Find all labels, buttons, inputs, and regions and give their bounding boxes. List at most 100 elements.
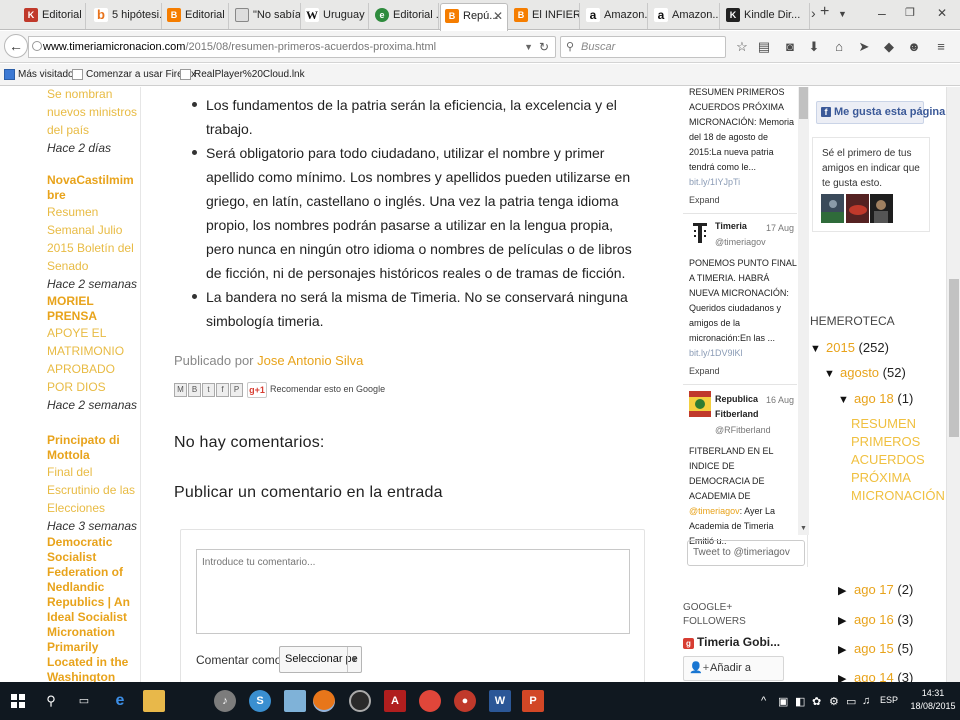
friend-avatar[interactable] — [821, 194, 844, 223]
send-icon[interactable]: ➤ — [856, 39, 872, 55]
gplus-page-name[interactable]: g Timeria Gobi... — [683, 635, 780, 649]
facebook-share-icon[interactable]: f — [216, 383, 229, 397]
browser-tab[interactable]: a Amazon.... — [650, 3, 720, 29]
add-to-circles-button[interactable]: 👤+Añadir a círculos — [683, 656, 784, 681]
tweet-expand[interactable]: Expand — [689, 195, 720, 205]
shield-icon[interactable]: ◆ — [881, 39, 897, 55]
app-icon[interactable] — [349, 690, 371, 712]
notepad-icon[interactable] — [284, 690, 306, 712]
window-close-icon[interactable]: ✕ — [937, 6, 947, 20]
tweet-author[interactable]: Republica Fitberland — [715, 392, 765, 422]
triangle-right-icon[interactable]: ▶ — [838, 614, 854, 627]
smiley-icon[interactable]: ☻ — [906, 39, 922, 55]
volume-icon[interactable]: ♫ — [862, 695, 870, 707]
author-link[interactable]: Jose Antonio Silva — [257, 353, 363, 368]
bookmark-star-icon[interactable]: ☆ — [734, 39, 750, 55]
powerpoint-icon[interactable]: P — [522, 690, 544, 712]
scrollbar-thumb[interactable] — [949, 279, 959, 437]
blog-name[interactable]: NovaCastilmimbre — [47, 173, 141, 203]
tweet-link[interactable]: bit.ly/1DV9lKl — [689, 346, 797, 361]
tray-app-icon[interactable]: ◧ — [795, 695, 805, 708]
tweet-date[interactable]: 17 Aug — [766, 223, 794, 233]
tweet-compose-input[interactable]: Tweet to @timeriagov — [687, 540, 805, 566]
triangle-down-icon[interactable]: ▼ — [810, 343, 826, 355]
archive-day-ago-16[interactable]: ▶ ago 16 (3) — [838, 612, 913, 627]
language-indicator[interactable]: ESP — [880, 695, 898, 705]
archive-link[interactable]: ago 17 — [854, 582, 894, 597]
post-link[interactable]: Se nombran nuevos ministros del país — [47, 87, 141, 139]
bookmark-most-visited[interactable]: Más visitados — [4, 69, 79, 80]
comment-textarea[interactable] — [196, 549, 630, 634]
friend-avatar[interactable] — [846, 194, 869, 223]
triangle-right-icon[interactable]: ▶ — [838, 643, 854, 656]
gplus-one-button[interactable]: g+1 — [247, 382, 267, 398]
triangle-down-icon[interactable]: ▼ — [838, 394, 854, 406]
tweet-date[interactable]: 16 Aug — [766, 395, 794, 405]
page-scrollbar[interactable] — [946, 87, 960, 682]
triangle-right-icon[interactable]: ▶ — [838, 584, 854, 597]
archive-year-2015[interactable]: ▼ 2015 (252) — [810, 340, 889, 355]
word-icon[interactable]: W — [489, 690, 511, 712]
bookmark-getting-started[interactable]: Comenzar a usar Firefox — [72, 69, 196, 80]
tab-scroll-right-icon[interactable]: › — [811, 5, 816, 21]
search-icon[interactable]: ⚲ — [40, 690, 62, 712]
task-view-icon[interactable]: ▭ — [73, 690, 95, 712]
tray-app-icon[interactable]: ⚙ — [829, 695, 839, 708]
browser-tab[interactable]: W Uruguay ... — [301, 3, 369, 29]
media-player-icon[interactable]: ♪ — [214, 690, 236, 712]
reading-list-icon[interactable]: ▤ — [756, 39, 772, 55]
archive-link[interactable]: 2015 — [826, 340, 855, 355]
post-link[interactable]: Resumen Semanal Julio 2015 Boletín del S… — [47, 203, 141, 275]
chrome-icon[interactable] — [419, 690, 441, 712]
tray-app-icon[interactable]: ▣ — [778, 695, 788, 708]
browser-tab[interactable]: "No sabía... — [231, 3, 301, 29]
archive-post-link[interactable]: RESUMEN PRIMEROS ACUERDOS PRÓXIMA MICRON… — [851, 415, 945, 505]
archive-link[interactable]: ago 18 — [854, 391, 894, 406]
comment-as-select[interactable]: Seleccionar pe ▼ — [279, 646, 362, 673]
archive-day-ago-17[interactable]: ▶ ago 17 (2) — [838, 582, 913, 597]
list-tabs-icon[interactable]: ▼ — [838, 9, 847, 19]
edge-icon[interactable]: e — [109, 690, 131, 712]
triangle-right-icon[interactable]: ▶ — [838, 672, 854, 682]
url-bar[interactable]: www.timeriamicronacion.com/2015/08/resum… — [28, 36, 556, 58]
download-icon[interactable]: ⬇ — [806, 39, 822, 55]
archive-link[interactable]: ago 14 — [854, 670, 894, 682]
archive-day-ago-14[interactable]: ▶ ago 14 (3) — [838, 670, 913, 682]
twitter-share-icon[interactable]: t — [202, 383, 215, 397]
tray-expand-icon[interactable]: ^ — [761, 695, 766, 707]
facebook-like-button[interactable]: f Me gusta esta página — [816, 101, 945, 124]
archive-link[interactable]: ago 16 — [854, 612, 894, 627]
battery-icon[interactable]: ▭ — [846, 695, 856, 708]
tweet-handle[interactable]: @timeriagov — [715, 237, 766, 247]
browser-tab[interactable]: e Editorial ... — [371, 3, 439, 29]
acrobat-icon[interactable]: A — [384, 690, 406, 712]
blog-name[interactable]: MORIEL PRENSA — [47, 294, 107, 324]
tweet-author[interactable]: Timeria — [715, 221, 747, 231]
tweet-link[interactable]: bit.ly/1IYJpTi — [689, 175, 797, 190]
pinterest-share-icon[interactable]: P — [230, 383, 243, 397]
reload-icon[interactable]: ↻ — [539, 37, 549, 57]
tweet-expand[interactable]: Expand — [689, 366, 720, 376]
email-share-icon[interactable]: M — [174, 383, 187, 397]
twitter-scrollbar[interactable]: ▼ — [798, 87, 809, 535]
windows-start-icon[interactable] — [11, 694, 25, 708]
post-link[interactable]: APOYE EL MATRIMONIO APROBADO POR DIOS — [47, 324, 141, 396]
browser-tab[interactable]: B Editorial ... — [163, 3, 229, 29]
minimize-icon[interactable]: – — [878, 5, 886, 21]
home-icon[interactable]: ⌂ — [831, 39, 847, 55]
archive-link[interactable]: agosto — [840, 365, 879, 380]
new-tab-icon[interactable]: + — [820, 3, 829, 21]
pocket-icon[interactable]: ◙ — [782, 39, 798, 55]
file-explorer-icon[interactable] — [143, 690, 165, 712]
triangle-down-icon[interactable]: ▼ — [824, 368, 840, 380]
blog-name[interactable]: Principato di Mottola — [47, 433, 127, 463]
browser-tab[interactable]: K Editorial ... — [20, 3, 86, 29]
browser-tab[interactable]: b 5 hipótesi... — [90, 3, 162, 29]
blog-share-icon[interactable]: B — [188, 383, 201, 397]
close-tab-icon[interactable]: ✕ — [493, 4, 503, 28]
chevron-down-icon[interactable]: ▼ — [798, 525, 809, 535]
tweet-mention[interactable]: @timeriagov — [689, 506, 740, 516]
clock[interactable]: 14:31 18/08/2015 — [909, 687, 957, 713]
tweet-handle[interactable]: @RFitberland — [715, 425, 771, 435]
search-input[interactable]: ⚲ Buscar — [560, 36, 726, 58]
